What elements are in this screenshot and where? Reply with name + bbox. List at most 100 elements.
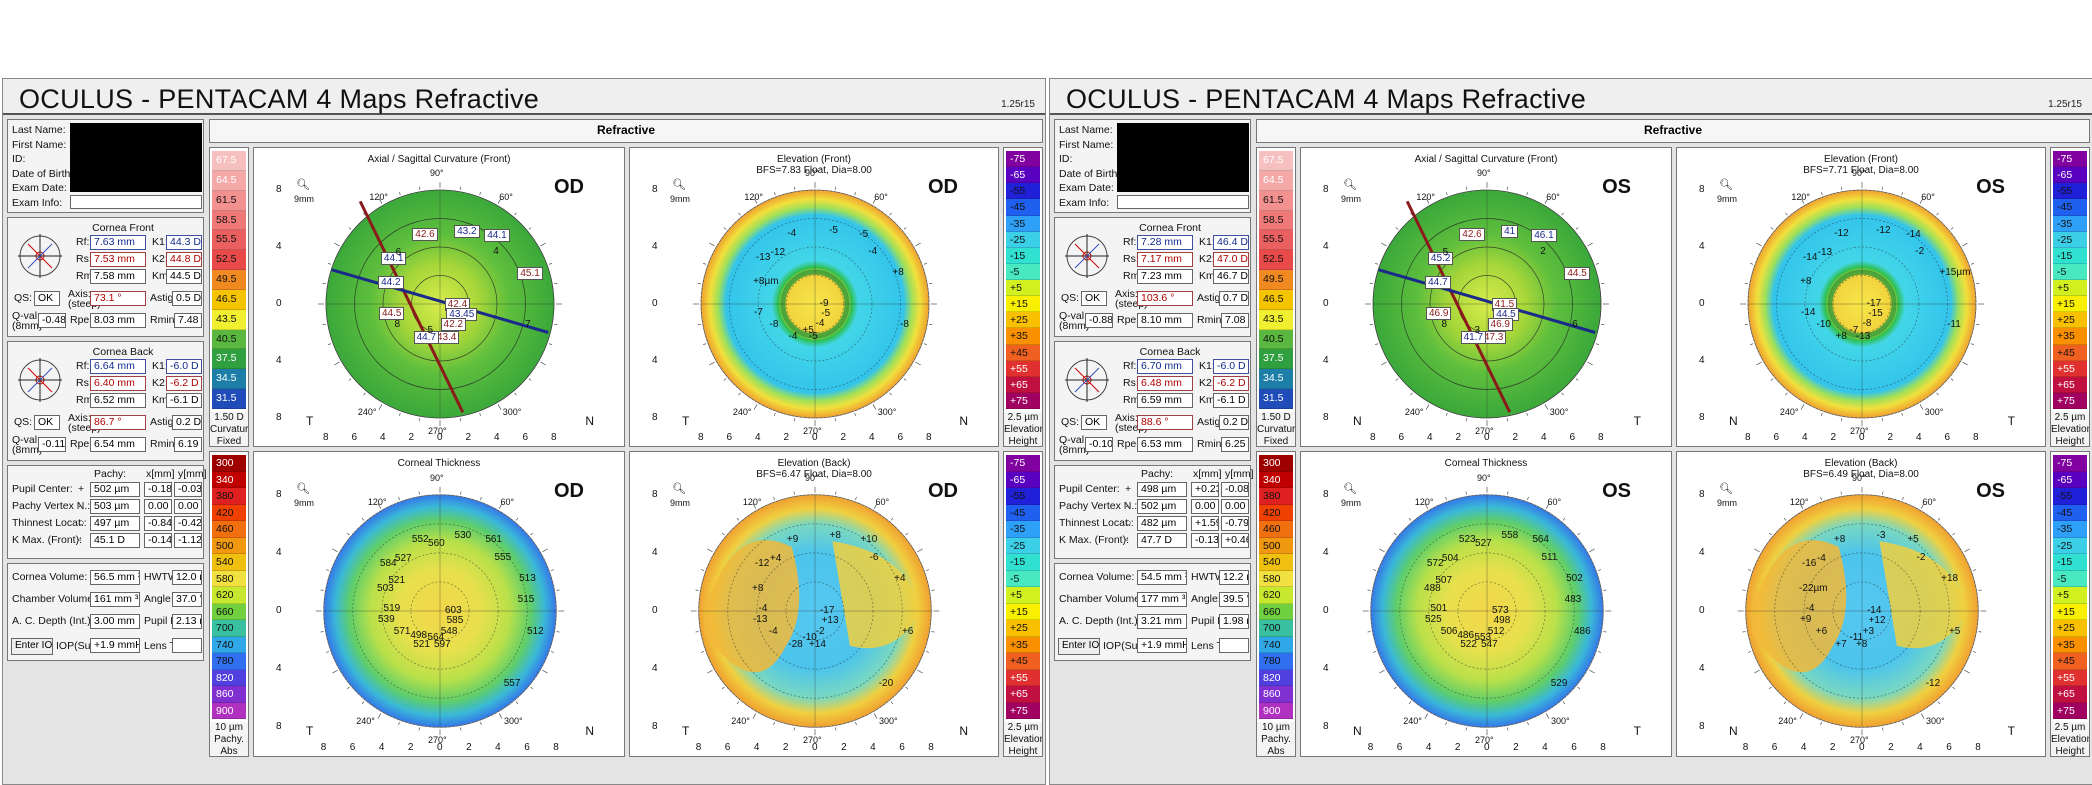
map-panel-thick[interactable]: Corneal Thickness OD 🔍︎ 9mm T N 90° 270° 120° 60°… <box>253 451 625 757</box>
thickness-scale-item: 300 <box>212 455 246 472</box>
thickness-scale-item: 500 <box>1259 537 1293 554</box>
degree-label-br: 300° <box>877 406 897 417</box>
map-value: +8 <box>1835 331 1847 343</box>
value-k2: -6.2 D <box>166 376 202 391</box>
elevation-front-scale-item: -5 <box>1006 263 1040 280</box>
map-value: 564 <box>427 632 445 644</box>
axis-tick-vertical: 8 <box>276 184 282 195</box>
map-panel-elevb[interactable]: Elevation (Back) BFS=6.49 Float, Dia=8.00… <box>1676 451 2046 757</box>
map-value: +8 <box>752 582 764 594</box>
elevation-front-scale-item: -55 <box>1006 183 1040 200</box>
degree-label-tl: 120° <box>1414 497 1434 508</box>
zoom-icon[interactable]: 🔍︎ <box>296 482 310 495</box>
map-value: +10 <box>860 534 878 546</box>
zoom-mm-label: 9mm <box>294 498 314 508</box>
zoom-icon[interactable]: 🔍︎ <box>1343 482 1357 495</box>
map-value: 3 <box>1474 324 1481 336</box>
map-value: 42.6 <box>412 228 438 242</box>
elevation-front-scale-item: +15 <box>2053 296 2087 313</box>
pachy-row-symbol: + <box>78 483 85 495</box>
axis-tick-vertical: 0 <box>652 605 658 616</box>
enter-iop-button[interactable]: Enter IOP <box>1058 638 1100 655</box>
value-rs: 6.40 mm <box>90 376 146 391</box>
elevation-back-scale-item: -55 <box>1006 488 1040 505</box>
exam-info-field[interactable] <box>1117 195 1249 209</box>
curvature-scale: 67.5 64.5 61.5 58.5 55.5 52.5 49.5 46.5 43.5 40.5… <box>209 147 249 447</box>
zoom-icon[interactable]: 🔍︎ <box>1719 482 1733 495</box>
axis-tick-vertical: 4 <box>652 241 658 252</box>
zoom-icon[interactable]: 🔍︎ <box>672 178 686 191</box>
map-panel-curv[interactable]: Axial / Sagittal Curvature (Front) OS 🔍︎ 9m… <box>1300 147 1672 447</box>
elevation-back-scale: -75 -65 -55 -45 -35 -25 -15 -5 +5 +15 +25 +35 +45 +55… <box>2050 451 2090 757</box>
corner-right-label: T <box>2007 724 2015 738</box>
axis-tick-vertical: 8 <box>652 721 658 733</box>
map-value: -20 <box>878 677 894 689</box>
curvature-scale-foot: Curvature <box>210 424 249 436</box>
thickness-scale-item: 820 <box>1259 669 1293 686</box>
elevation-front-scale-item: -55 <box>2053 183 2087 200</box>
enter-iop-button[interactable]: Enter IOP <box>11 638 53 655</box>
zoom-icon[interactable]: 🔍︎ <box>1343 178 1357 191</box>
exam-info-field[interactable] <box>70 195 202 209</box>
thickness-scale-item: 500 <box>212 537 246 554</box>
pachy-row-symbol: + <box>1125 483 1132 495</box>
elevation-back-scale-item: +25 <box>1006 620 1040 637</box>
thickness-scale-item: 740 <box>212 636 246 653</box>
map-value: +13 <box>821 614 839 626</box>
map-panel-elevb[interactable]: Elevation (Back) BFS=6.47 Float, Dia=8.00… <box>629 451 999 757</box>
cornea-back-compass-icon <box>18 358 62 402</box>
map-panel-elevf[interactable]: Elevation (Front) BFS=7.83 Float, Dia=8.0… <box>629 147 999 447</box>
map-value: 502 <box>1566 572 1583 584</box>
elevation-front-scale-item: -65 <box>1006 167 1040 184</box>
map-value: +8µm <box>753 276 779 288</box>
value-chamber-volume: 177 mm ³ <box>1137 592 1187 607</box>
label-qs: QS: <box>14 292 33 304</box>
patient-redacted-box <box>1117 123 1249 192</box>
axis-tick-vertical: 8 <box>652 488 658 500</box>
elevation-front-scale-item: -35 <box>1006 215 1040 232</box>
map-value: 7 <box>525 318 531 330</box>
value-rmin: 6.19 mm <box>174 437 202 452</box>
axis-tick-vertical: 8 <box>276 721 282 733</box>
corner-left-label: T <box>306 724 314 738</box>
zoom-icon[interactable]: 🔍︎ <box>296 178 310 191</box>
map-value: -13 <box>1817 247 1833 259</box>
curvature-scale-item: 31.5 <box>1259 389 1293 409</box>
curvature-scale-item: 49.5 <box>1259 270 1293 290</box>
elevation-front-scale-item: +35 <box>1006 328 1040 345</box>
corner-right-label: N <box>959 724 968 738</box>
zoom-icon[interactable]: 🔍︎ <box>1719 178 1733 191</box>
pachy-y: 0.00 <box>1221 499 1249 514</box>
pachy-y: -0.42 <box>174 516 202 531</box>
map-value: -4 <box>758 602 768 614</box>
axis-tick: 0 <box>812 432 818 443</box>
pachy-row-symbol: ◦ <box>78 534 82 546</box>
elevation-back-scale-item: -55 <box>2053 488 2087 505</box>
elevation-back-scale-item: +75 <box>1006 702 1040 719</box>
cornea-front-compass-icon <box>18 234 62 278</box>
patient-label: Date of Birth: <box>1059 167 1121 180</box>
pachy-row-label: K Max. (Front): <box>12 534 83 546</box>
axis-tick: 6 <box>897 432 904 443</box>
axis-tick-vertical: 8 <box>652 184 658 195</box>
report-od: OCULUS - PENTACAM 4 Maps Refractive 1.25r… <box>2 78 1046 785</box>
map-panel-thick[interactable]: Corneal Thickness OS 🔍︎ 9mm N T 90° 270° 120° 60°… <box>1300 451 1672 757</box>
map-value: -13 <box>755 252 771 264</box>
map-panel-curv[interactable]: Axial / Sagittal Curvature (Front) OD 🔍︎ 9m… <box>253 147 625 447</box>
value-km: -6.1 D <box>1213 393 1249 408</box>
thickness-scale: 300 340 380 420 460 500 540 580 620 660 700 740 780 8… <box>1256 451 1296 757</box>
thickness-scale-item: 580 <box>212 570 246 587</box>
pachy-x: -0.14 <box>144 533 172 548</box>
map-panel-elevf[interactable]: Elevation (Front) BFS=7.71 Float, Dia=8.0… <box>1676 147 2046 447</box>
maps-header: Refractive <box>1256 119 2090 143</box>
value-ac-depth: 3.00 mm <box>90 614 140 629</box>
value-qs: OK <box>34 415 60 430</box>
zoom-icon[interactable]: 🔍︎ <box>672 482 686 495</box>
pachy-value: 502 µm <box>90 482 140 497</box>
corner-left-label: N <box>1353 724 1362 738</box>
axis-tick: 8 <box>551 432 557 443</box>
map-value: 506 <box>1440 626 1458 638</box>
map-value: -14 <box>1800 307 1816 319</box>
axis-tick: 2 <box>466 742 472 753</box>
axis-tick-vertical: 4 <box>652 663 658 675</box>
